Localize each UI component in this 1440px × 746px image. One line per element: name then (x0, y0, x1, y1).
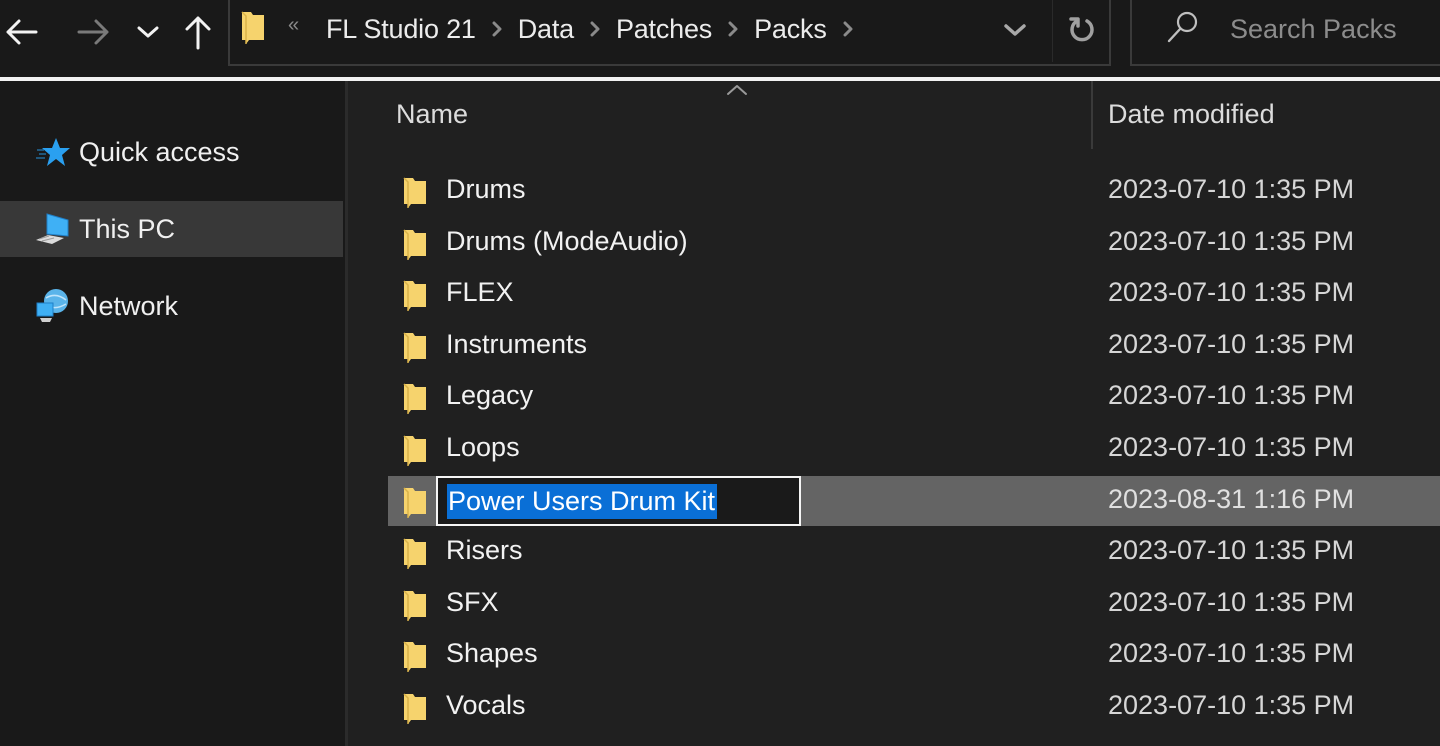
file-name: Instruments (446, 328, 588, 359)
up-button[interactable] (178, 10, 218, 54)
file-date-modified: 2023-07-10 1:35 PM (1108, 690, 1355, 720)
folder-icon (402, 382, 428, 419)
file-name: SFX (446, 586, 499, 617)
file-date-modified: 2023-07-10 1:35 PM (1108, 328, 1355, 359)
breadcrumb-separator-chevron-icon[interactable] (716, 9, 750, 49)
recent-locations-button[interactable] (132, 10, 164, 54)
sidebar-item-label: Network (79, 290, 179, 321)
file-name: Loops (446, 432, 520, 462)
breadcrumb-item[interactable]: FL Studio 21 (322, 14, 480, 45)
file-date-modified: 2023-08-31 1:16 PM (1108, 483, 1355, 514)
breadcrumb-item[interactable]: Data (514, 14, 578, 45)
breadcrumb-item[interactable]: Packs (750, 14, 831, 45)
file-row[interactable]: FLEX 2023-07-10 1:35 PM (388, 269, 1440, 319)
file-row[interactable]: Shapes 2023-07-10 1:35 PM (388, 630, 1440, 680)
breadcrumb: FL Studio 21 Data Patches Packs (322, 0, 865, 60)
file-row[interactable]: Drums (ModeAudio) 2023-07-10 1:35 PM (388, 218, 1440, 268)
folder-icon (402, 176, 428, 213)
file-date-modified: 2023-07-10 1:35 PM (1108, 174, 1355, 204)
column-header-name[interactable]: Name (396, 99, 468, 130)
sidebar-item-quick-access[interactable]: Quick access (0, 124, 343, 180)
file-date-modified: 2023-07-10 1:35 PM (1108, 432, 1355, 462)
navigation-bar: « FL Studio 21 Data Patches Packs Search… (0, 0, 1440, 78)
file-name: Vocals (446, 690, 526, 720)
rename-input[interactable]: Power Users Drum Kit (436, 475, 801, 526)
star-icon (34, 133, 72, 171)
folder-icon (402, 537, 428, 574)
file-row[interactable]: Instruments 2023-07-10 1:35 PM (388, 321, 1440, 371)
file-date-modified: 2023-07-10 1:35 PM (1108, 638, 1355, 669)
column-header-date-modified[interactable]: Date modified (1108, 99, 1275, 130)
folder-icon (402, 331, 428, 368)
rename-selected-text: Power Users Drum Kit (447, 483, 718, 519)
forward-arrow-icon (77, 19, 109, 45)
file-date-modified: 2023-07-10 1:35 PM (1108, 586, 1355, 617)
file-row[interactable]: Loops 2023-07-10 1:35 PM (388, 424, 1440, 474)
file-row[interactable]: Power Users Drum Kit 2023-08-31 1:16 PM (388, 475, 1440, 526)
refresh-button[interactable] (1052, 0, 1111, 62)
sidebar-item-label: Quick access (79, 136, 240, 167)
breadcrumb-separator-chevron-icon[interactable] (480, 9, 514, 49)
computer-icon (34, 210, 72, 248)
breadcrumb-item[interactable]: Patches (612, 14, 716, 45)
file-name: FLEX (446, 277, 514, 308)
folder-icon (402, 279, 428, 316)
back-arrow-icon (6, 19, 38, 45)
breadcrumb-separator-chevron-icon[interactable] (578, 9, 612, 49)
file-name: Legacy (446, 380, 534, 411)
network-icon (34, 287, 72, 325)
back-button[interactable] (0, 10, 42, 54)
search-icon (1166, 10, 1200, 49)
file-date-modified: 2023-07-10 1:35 PM (1108, 535, 1355, 566)
folder-icon (402, 434, 428, 471)
file-row[interactable]: Drums 2023-07-10 1:35 PM (388, 166, 1440, 216)
sidebar-item-network[interactable]: Network (0, 278, 343, 334)
chevron-down-icon (137, 26, 159, 38)
file-name: Drums (446, 174, 526, 204)
file-date-modified: 2023-07-10 1:35 PM (1108, 277, 1355, 308)
file-list: Name Date modified Drums 2023-07-10 1:35… (348, 81, 1440, 746)
folder-icon (402, 589, 428, 626)
breadcrumb-overflow-button[interactable]: « (288, 14, 299, 37)
folder-icon (402, 228, 428, 265)
refresh-icon (1069, 17, 1094, 42)
folder-icon (402, 640, 428, 677)
column-resize-handle[interactable] (1091, 81, 1093, 149)
search-placeholder: Search Packs (1230, 14, 1397, 44)
file-date-modified: 2023-07-10 1:35 PM (1108, 380, 1355, 411)
navigation-pane: Quick access This PC Network (0, 81, 346, 746)
address-history-dropdown-button[interactable] (978, 0, 1052, 62)
folder-icon (240, 10, 266, 49)
forward-button[interactable] (72, 10, 116, 54)
search-input[interactable]: Search Packs (1130, 0, 1440, 66)
address-bar[interactable]: « FL Studio 21 Data Patches Packs (228, 0, 1111, 66)
sidebar-item-this-pc[interactable]: This PC (0, 201, 343, 257)
file-row[interactable]: SFX 2023-07-10 1:35 PM (388, 579, 1440, 629)
folder-icon (402, 486, 428, 523)
file-row[interactable]: Vocals 2023-07-10 1:35 PM (388, 682, 1440, 732)
up-arrow-icon (185, 16, 211, 50)
sort-ascending-icon (725, 83, 749, 101)
file-name: Drums (ModeAudio) (446, 225, 688, 256)
sidebar-item-label: This PC (79, 213, 176, 244)
file-date-modified: 2023-07-10 1:35 PM (1108, 225, 1355, 256)
file-name: Shapes (446, 638, 538, 669)
file-name: Risers (446, 535, 523, 566)
breadcrumb-separator-chevron-icon[interactable] (831, 9, 865, 49)
file-row[interactable]: Legacy 2023-07-10 1:35 PM (388, 372, 1440, 422)
chevron-down-icon (1004, 24, 1026, 36)
folder-icon (402, 692, 428, 729)
file-row[interactable]: Risers 2023-07-10 1:35 PM (388, 527, 1440, 577)
